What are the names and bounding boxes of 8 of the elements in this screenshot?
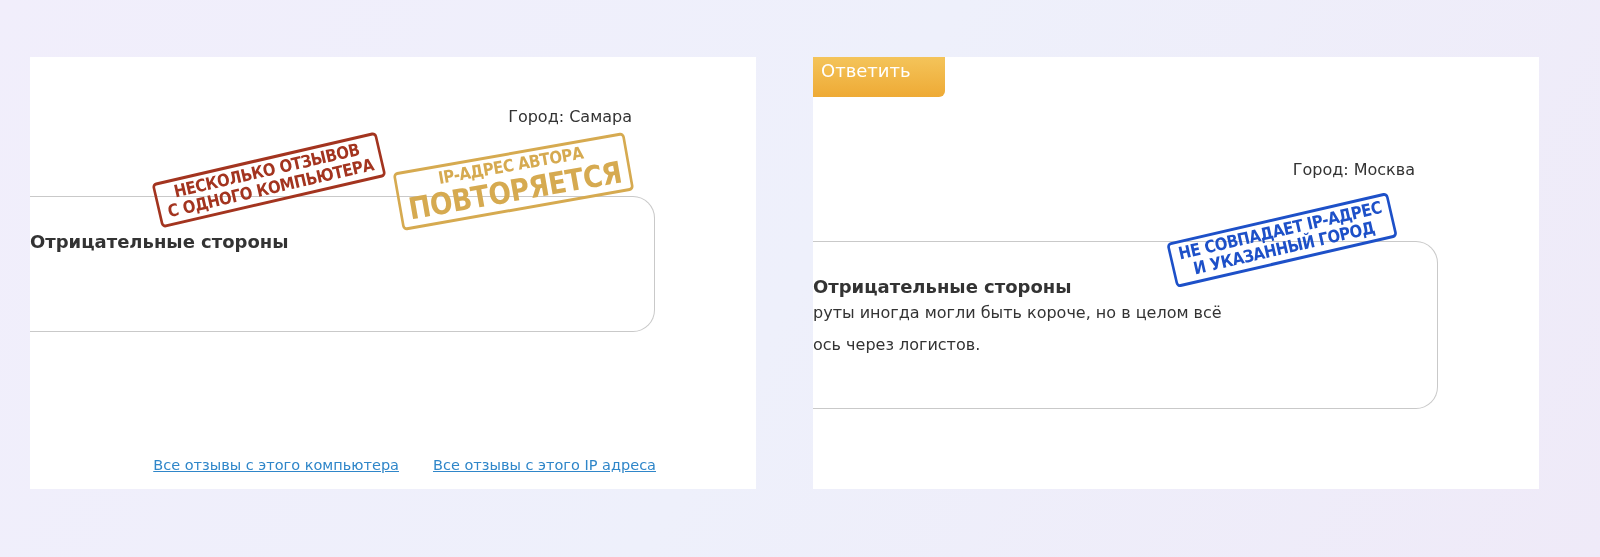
reviews-link[interactable]: Все отзывы с этого IP адреса xyxy=(433,457,656,473)
card-heading: Отрицательные стороны xyxy=(30,231,290,252)
card-heading: Отрицательные стороны xyxy=(813,276,1073,297)
city-label: Город: Москва xyxy=(1292,160,1415,179)
city-label: Город: Самара xyxy=(508,107,632,126)
reviews-link[interactable]: Все отзывы с этого компьютера xyxy=(153,457,399,473)
review-text: ось через логистов. xyxy=(813,334,982,356)
review-text: руты иногда могли быть короче, но в целом всё xyxy=(813,302,1223,324)
